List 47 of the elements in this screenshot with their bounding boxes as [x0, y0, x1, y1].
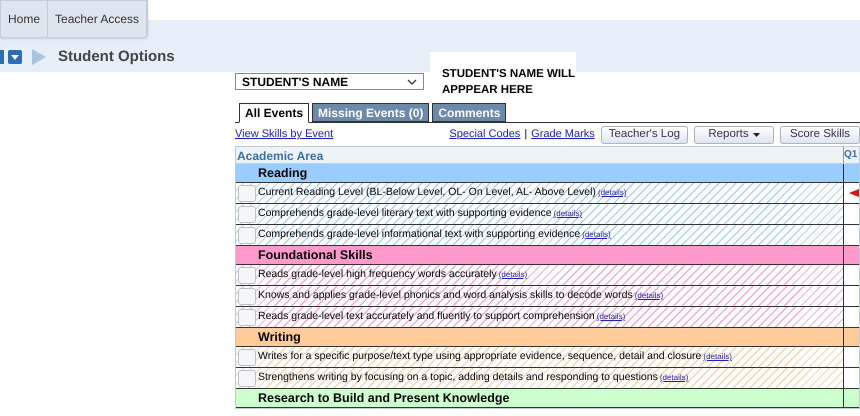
- skill-checkbox[interactable]: [238, 370, 256, 386]
- student-note: STUDENT'S NAME WILL APPPEAR HERE: [442, 67, 576, 98]
- details-link[interactable]: (details): [660, 372, 688, 384]
- student-select[interactable]: STUDENT'S NAME: [235, 73, 424, 90]
- skill-text: Writes for a specific purpose/text type using appropriate evidence, sequence, detail and closure: [258, 349, 702, 364]
- column-header: Academic Area: [236, 148, 324, 163]
- skill-checkbox[interactable]: [238, 206, 256, 222]
- tab[interactable]: Missing Events (0): [312, 103, 430, 122]
- section-header: Research to Build and Present Knowledge: [257, 390, 510, 407]
- skill-text: Knows and applies grade-level phonics and word analysis skills to decode words: [258, 288, 633, 304]
- skill-checkbox[interactable]: [238, 288, 256, 304]
- details-link[interactable]: (details): [498, 269, 528, 281]
- link-separator: |: [524, 127, 528, 142]
- skill-checkbox[interactable]: [238, 226, 256, 244]
- skill-checkbox[interactable]: [238, 184, 256, 202]
- tab[interactable]: All Events: [239, 103, 310, 123]
- toolbar-button[interactable]: Score Skills: [780, 126, 860, 144]
- details-link[interactable]: (details): [634, 290, 664, 302]
- skill-text: Comprehends grade-level informational text with supporting evidence: [258, 227, 580, 242]
- details-link[interactable]: (details): [596, 311, 626, 323]
- nav-tab[interactable]: Teacher Access: [48, 1, 148, 37]
- skill-text: Current Reading Level (BL-Below Level, OL- On Level, AL- Above Level): [258, 185, 596, 200]
- details-link[interactable]: (details): [598, 187, 626, 199]
- toolbar-button[interactable]: Reports: [694, 126, 774, 144]
- details-link[interactable]: (details): [582, 229, 611, 241]
- skill-text: Strengthens writing by focusing on a topic, adding details and responding to questions: [258, 370, 658, 386]
- skill-checkbox[interactable]: [238, 308, 256, 326]
- chevron-down-icon: [407, 78, 417, 84]
- skill-text: Comprehends grade-level literary text with supporting evidence: [258, 206, 552, 222]
- skill-text: Reads grade-level high frequency words accurately: [258, 267, 497, 282]
- section-header: Writing: [257, 329, 302, 346]
- skill-checkbox[interactable]: [238, 348, 256, 366]
- play-icon[interactable]: [32, 49, 46, 66]
- toolbar-link[interactable]: Special Codes: [449, 126, 520, 143]
- skill-text: Reads grade-level text accurately and fluently to support comprehension: [258, 309, 595, 324]
- toolbar-button[interactable]: Teacher's Log: [600, 126, 688, 144]
- section-header: Reading: [257, 165, 308, 182]
- details-link[interactable]: (details): [554, 208, 582, 220]
- details-link[interactable]: (details): [703, 351, 732, 363]
- column-header: Q1: [843, 147, 859, 163]
- skill-checkbox[interactable]: [238, 266, 256, 284]
- toolbar-link[interactable]: Grade Marks: [531, 126, 595, 143]
- section-header: Foundational Skills: [257, 247, 374, 264]
- nav-tab[interactable]: Home: [1, 1, 48, 37]
- view-skills-link[interactable]: View Skills by Event: [235, 126, 334, 143]
- tab[interactable]: Comments: [432, 103, 506, 122]
- page-title: Student Options: [58, 47, 175, 67]
